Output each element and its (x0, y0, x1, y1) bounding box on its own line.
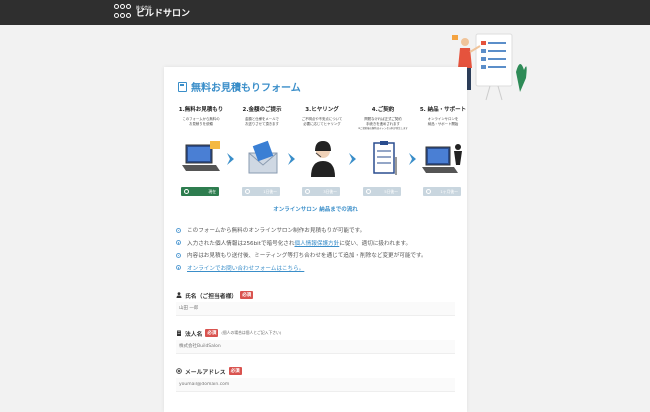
chevron-right-icon (288, 153, 295, 165)
step-badge-text: 1日後〜 (263, 188, 277, 194)
step-desc-line: 必要に応じてヒヤリング (303, 121, 341, 126)
privacy-policy-link[interactable]: 個人情報保護方針 (294, 241, 339, 247)
bullet-icon (176, 227, 181, 233)
step-badge: 1ヶ月後〜 (423, 187, 461, 196)
contact-form-link[interactable]: オンラインでお問い合わせフォームはこちら。 (187, 264, 304, 272)
at-sign-icon (176, 368, 182, 374)
email-label-text: メールアドレス (185, 369, 226, 376)
company-hint-text: 個人の場合は個人とご記入下さい (222, 330, 280, 335)
step-desc: ご不明点や不安点について 必要に応じてヒヤリング (293, 117, 351, 127)
company-field: 法人名 必須 (個人の場合は個人とご記入下さい) (176, 329, 455, 354)
step-desc: このフォームから無料の お見積りを依頼 (172, 117, 230, 127)
email-field: メールアドレス 必須 (176, 367, 455, 392)
note-text: 入力された個人情報は256bitで暗号化され (187, 240, 295, 247)
logo-company-name: ビルドサロン (136, 8, 191, 19)
step-desc: 問題なければ正式ご契約 手続きを進めされます ※ご契約後の解約はキャンセル料が発… (354, 117, 412, 130)
required-badge: 必須 (240, 291, 254, 299)
step-title: 4.ご契約 (371, 107, 395, 113)
envelope-icon (248, 140, 278, 174)
note-item: このフォームから無料のオンラインサロン制作お見積もりが可能です。 (176, 224, 461, 237)
operator-headset-icon (311, 141, 335, 177)
estimate-form-card: 無料お見積もりフォーム 1.無料お見積もり このフォームから無料の お見積りを依… (164, 67, 467, 412)
step-5: 5. 納品・サポート オンラインサロンを 納品・サポート開始 1ヶ月後〜 (414, 105, 472, 196)
bullet-icon (176, 265, 181, 271)
step-badge-current: 現在 (181, 187, 219, 196)
clock-icon (366, 189, 371, 194)
note-item: 内容はお見積もり送付後、ミーティング等打ち合わせを通じて追加・削除など変更が可能… (176, 249, 461, 262)
laptop-celebrate-icon (422, 144, 462, 173)
step-desc-line: お送りさせて頂きます (245, 121, 279, 126)
clock-icon (305, 189, 310, 194)
step-badge: 3日後〜 (302, 187, 340, 196)
laptop-mail-icon (182, 141, 220, 171)
email-label: メールアドレス 必須 (176, 367, 455, 376)
step-badge-text: 3日後〜 (323, 188, 337, 194)
note-item: オンラインでお問い合わせフォームはこちら。 (176, 262, 461, 275)
process-steps: 1.無料お見積もり このフォームから無料の お見積りを依頼 現在 2.金額のご提… (172, 105, 466, 199)
company-label: 法人名 必須 (個人の場合は個人とご記入下さい) (176, 329, 455, 338)
note-item: 入力された個人情報は256bitで暗号化され個人情報保護方針に従い、適切に扱われ… (176, 237, 461, 250)
step-desc-line: 納品・サポート開始 (427, 121, 459, 126)
clock-icon (184, 189, 189, 194)
chevron-right-icon (349, 153, 356, 165)
person-icon (176, 292, 182, 298)
step-badge-text: 現在 (208, 188, 216, 194)
bullet-icon (176, 240, 181, 246)
note-text: このフォームから無料のオンラインサロン制作お見積もりが可能です。 (187, 228, 366, 235)
step-2: 2.金額のご提示 金額と仕様をメールで お送りさせて頂きます 1日後〜 (233, 105, 291, 196)
form-title: 無料お見積もりフォーム (178, 79, 301, 94)
step-desc: 金額と仕様をメールで お送りさせて頂きます (233, 117, 291, 127)
logo-mark-icon (114, 4, 132, 20)
chevron-right-icon (227, 153, 234, 165)
step-desc-line: ※ご契約後の解約はキャンセル料が発生します (358, 126, 408, 130)
required-badge: 必須 (228, 367, 242, 375)
company-label-text: 法人名 (185, 331, 203, 338)
step-badge-text: 5日後〜 (384, 188, 398, 194)
step-badge-text: 1ヶ月後〜 (440, 188, 458, 194)
step-desc-line: お見積りを依頼 (189, 121, 213, 126)
flow-caption: オンラインサロン 納品までの流れ (273, 207, 358, 213)
company-logo[interactable]: 株式会社 ビルドサロン (114, 4, 190, 20)
step-title: 1.無料お見積もり (178, 107, 224, 113)
step-badge: 1日後〜 (242, 187, 280, 196)
name-label: 氏名（ご担当者様） 必須 (176, 291, 455, 300)
step-title: 3.ヒヤリング (305, 107, 339, 113)
calculator-icon (178, 81, 187, 92)
required-badge: 必須 (205, 329, 219, 337)
step-title: 2.金額のご提示 (242, 107, 282, 113)
step-desc: オンラインサロンを 納品・サポート開始 (414, 117, 472, 127)
clock-icon (426, 189, 431, 194)
note-text: 内容はお見積もり送付後、ミーティング等打ち合わせを通じて追加・削除など変更が可能… (187, 253, 427, 260)
email-input[interactable] (176, 378, 455, 392)
clipboard-contract-icon (373, 141, 397, 175)
name-input[interactable] (176, 302, 455, 316)
top-header-bar: 株式会社 ビルドサロン (0, 0, 650, 25)
form-title-text: 無料お見積もりフォーム (191, 83, 301, 94)
name-field: 氏名（ご担当者様） 必須 (176, 291, 455, 316)
step-3: 3.ヒヤリング ご不明点や不安点について 必要に応じてヒヤリング 3日後〜 (293, 105, 351, 196)
chevron-right-icon (409, 153, 416, 165)
notes-list: このフォームから無料のオンラインサロン制作お見積もりが可能です。 入力された個人… (176, 224, 461, 274)
building-icon (177, 330, 181, 336)
bullet-icon (176, 252, 181, 258)
clock-icon (245, 189, 250, 194)
step-1: 1.無料お見積もり このフォームから無料の お見積りを依頼 現在 (172, 105, 230, 196)
step-title: 5. 納品・サポート (419, 107, 467, 113)
step-badge: 5日後〜 (363, 187, 401, 196)
company-hint: (個人の場合は個人とご記入下さい) (221, 330, 282, 335)
company-input[interactable] (176, 340, 455, 354)
note-text: に従い、適切に扱われます。 (339, 240, 412, 247)
step-4: 4.ご契約 問題なければ正式ご契約 手続きを進めされます ※ご契約後の解約はキャ… (354, 105, 412, 196)
name-label-text: 氏名（ご担当者様） (185, 293, 238, 300)
